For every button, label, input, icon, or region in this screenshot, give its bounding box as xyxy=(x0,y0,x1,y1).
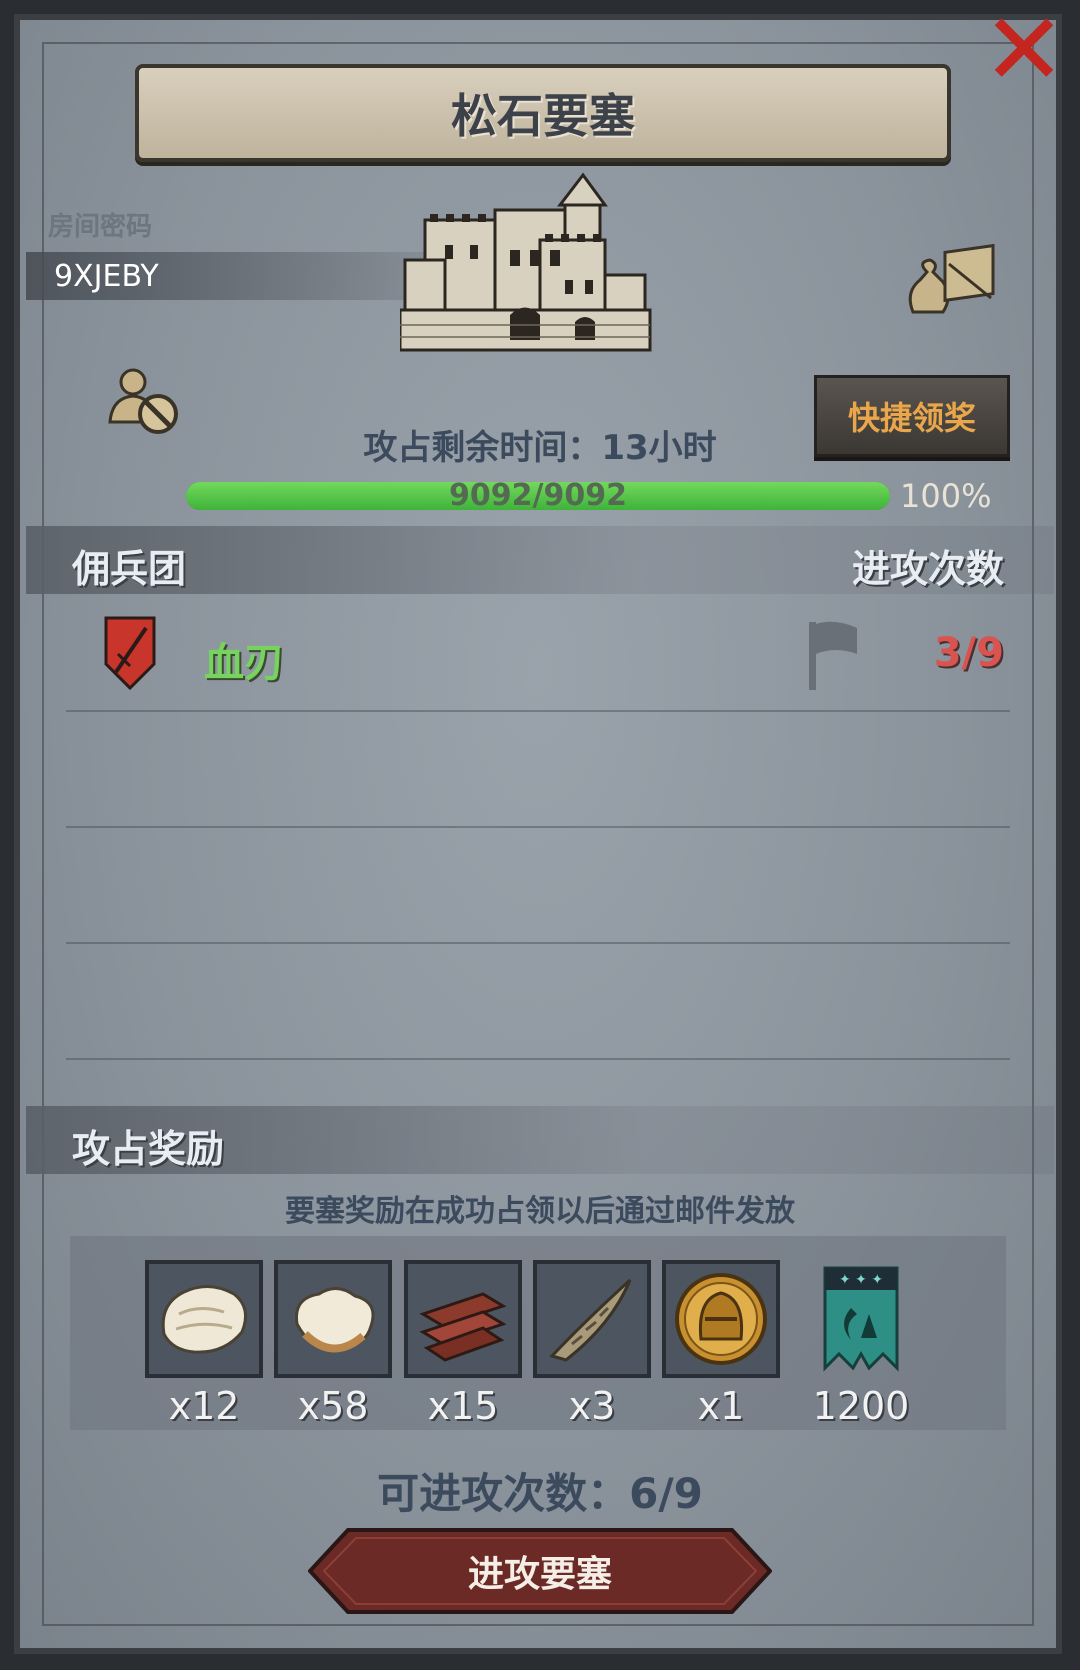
loot-bag-crate-icon[interactable] xyxy=(905,242,1000,318)
reward-quantity: x58 xyxy=(297,1384,369,1428)
attack-fortress-button[interactable]: 进攻要塞 xyxy=(308,1528,772,1614)
rewards-section-title: 攻占奖励 xyxy=(72,1127,225,1171)
page-title: 松石要塞 xyxy=(451,89,635,143)
attack-count-header: 进攻次数 xyxy=(851,547,1004,591)
room-password-label: 房间密码 xyxy=(48,212,153,242)
reward-item[interactable]: x3 xyxy=(533,1260,651,1428)
close-icon: ✕ xyxy=(982,0,1066,108)
reward-item[interactable]: x12 xyxy=(145,1260,263,1428)
room-code-bar: 9XJEBY xyxy=(26,252,456,300)
twisted-horn-icon xyxy=(549,1278,632,1362)
list-divider xyxy=(66,1058,1010,1060)
guild-banner-icon: ✦ ✦ ✦ xyxy=(823,1266,899,1372)
wood-planks-icon xyxy=(419,1292,507,1362)
reward-item[interactable]: x1 xyxy=(662,1260,780,1428)
close-button[interactable]: ✕ xyxy=(974,0,1074,100)
fur-pelt-icon xyxy=(161,1285,248,1354)
reward-quantity: x1 xyxy=(697,1384,745,1428)
room-code: 9XJEBY xyxy=(54,258,159,294)
reward-quantity: x12 xyxy=(168,1384,240,1428)
list-divider xyxy=(66,942,1010,944)
reward-quantity: x15 xyxy=(427,1384,499,1428)
progress-value: 9092/9092 xyxy=(449,478,627,513)
reward-quantity: 1200 xyxy=(812,1384,910,1428)
wool-fleece-icon xyxy=(294,1287,375,1353)
progress-percent: 100% xyxy=(900,477,992,515)
rewards-note: 要塞奖励在成功占领以后通过邮件发放 xyxy=(285,1194,795,1229)
title-banner: 松石要塞 xyxy=(135,64,951,162)
available-attacks: 可进攻次数：6/9 xyxy=(377,1469,703,1518)
blade-shield-icon xyxy=(104,616,156,690)
reward-item[interactable]: ✦ ✦ ✦ 1200 xyxy=(802,1260,920,1428)
reward-item[interactable]: x58 xyxy=(274,1260,392,1428)
reward-quantity: x3 xyxy=(568,1384,616,1428)
remaining-time: 攻占剩余时间：13小时 xyxy=(363,428,717,468)
mercenary-attack-count: 3/9 xyxy=(933,630,1004,676)
svg-text:✦ ✦ ✦: ✦ ✦ ✦ xyxy=(839,1272,883,1288)
mercenary-name: 血刃 xyxy=(204,640,284,686)
mercenary-section-title: 佣兵团 xyxy=(72,547,187,591)
list-divider xyxy=(66,710,1010,712)
flag-icon xyxy=(809,621,857,690)
list-divider xyxy=(66,826,1010,828)
knight-helmet-coin-icon xyxy=(675,1273,767,1365)
castle-icon xyxy=(400,172,652,352)
reward-item[interactable]: x15 xyxy=(404,1260,522,1428)
